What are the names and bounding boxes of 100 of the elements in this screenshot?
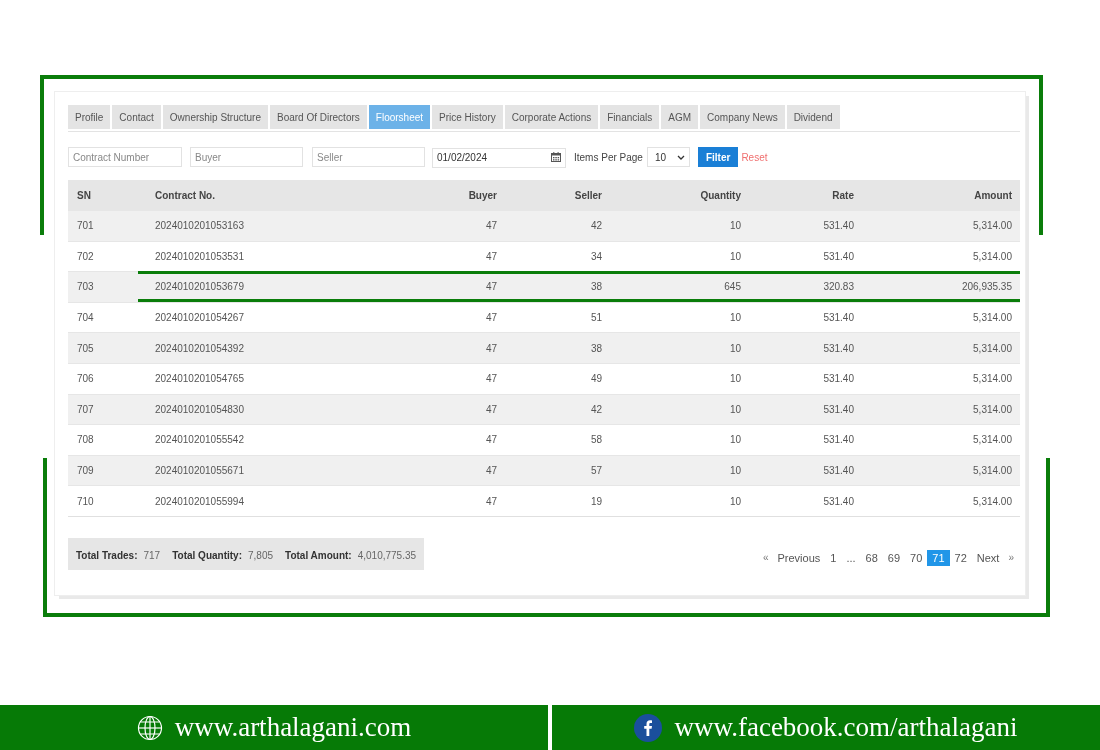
chevron-down-icon [676, 154, 685, 160]
tab[interactable]: AGM [661, 105, 699, 129]
table-cell-text: 703 [76, 281, 95, 293]
previous-arrow[interactable]: « [758, 552, 773, 564]
table-cell-text: 10 [728, 373, 742, 385]
total-value: 717 [143, 549, 161, 561]
table-cell-text: 5,314.00 [972, 495, 1013, 507]
tab[interactable]: Board Of Directors [270, 105, 367, 129]
table-cell-text: 10 [728, 434, 742, 446]
calendar-icon[interactable] [551, 152, 561, 162]
table-cell-text: 206,935.35 [960, 281, 1013, 293]
table-cell-text: 2024010201055671 [154, 465, 245, 477]
column-header: Quantity [699, 189, 742, 201]
table-cell-text: 708 [76, 434, 95, 446]
tab[interactable]: Profile [68, 105, 111, 129]
column-header: Rate [831, 189, 855, 201]
date-field[interactable]: 01/02/2024 [432, 147, 566, 168]
items-per-page-select[interactable]: 10 [646, 147, 690, 167]
tab[interactable]: Price History [432, 105, 503, 129]
tab[interactable]: Financials [600, 105, 660, 129]
table-cell-text: 38 [589, 281, 603, 293]
seller-field[interactable]: Seller [312, 147, 425, 167]
filter-button[interactable]: Filter [697, 147, 739, 167]
column-header: Amount [973, 189, 1013, 201]
table-cell-text: 57 [589, 465, 603, 477]
next-link[interactable]: Next [971, 549, 1005, 566]
table-cell-text: 19 [589, 495, 603, 507]
tab[interactable]: Corporate Actions [504, 105, 599, 129]
table-cell-text: 5,314.00 [972, 250, 1013, 262]
table-cell-text: 2024010201053163 [154, 220, 245, 232]
table-cell-text: 2024010201055542 [154, 434, 245, 446]
table-cell-text: 47 [484, 373, 498, 385]
table-cell-text: 5,314.00 [972, 312, 1013, 324]
total-value: 7,805 [248, 549, 274, 561]
table-cell-text: 34 [589, 250, 603, 262]
table-cell-text: 709 [76, 465, 95, 477]
table-cell-text: 707 [76, 403, 95, 415]
page-link[interactable]: 70 [905, 549, 928, 566]
table-cell-text: 42 [589, 220, 603, 232]
table-cell-text: 531.40 [822, 465, 855, 477]
tab[interactable]: Dividend [786, 105, 840, 129]
total-label: Total Trades: [76, 549, 138, 561]
table-cell-text: 49 [589, 373, 603, 385]
table-cell-text: 5,314.00 [972, 342, 1013, 354]
table-cell-text: 531.40 [822, 373, 855, 385]
table-cell-text: 47 [484, 403, 498, 415]
table-cell-text: 10 [728, 465, 742, 477]
table-cell-text: 47 [484, 434, 498, 446]
table-cell-text: 2024010201054830 [154, 403, 245, 415]
table-cell-text: 2024010201055994 [154, 495, 245, 507]
total-label: Total Amount: [285, 549, 352, 561]
table-cell-text: 531.40 [822, 495, 855, 507]
previous-link[interactable]: Previous [772, 549, 826, 566]
table-cell-text: 5,314.00 [972, 220, 1013, 232]
table-cell-text: 705 [76, 342, 95, 354]
total-label: Total Quantity: [172, 549, 242, 561]
next-arrow[interactable]: » [1004, 552, 1018, 564]
table-cell-text: 5,314.00 [972, 403, 1013, 415]
buyer-field[interactable]: Buyer [190, 147, 303, 167]
table-cell-text: 710 [76, 495, 95, 507]
column-header: SN [76, 189, 92, 201]
table-cell-text: 2024010201053531 [154, 250, 245, 262]
table-cell-text: 320.83 [822, 281, 855, 293]
table-cell-text: 47 [484, 495, 498, 507]
table-cell-text: 704 [76, 312, 95, 324]
table-cell-text: 2024010201054765 [154, 373, 245, 385]
table-cell-text: 10 [728, 250, 742, 262]
table-cell-text: 5,314.00 [972, 434, 1013, 446]
column-header: Contract No. [154, 189, 216, 201]
facebook-url: www.facebook.com/arthalagani [674, 712, 1018, 743]
table-cell-text: 706 [76, 373, 95, 385]
table-cell-text: 645 [723, 281, 742, 293]
table-cell-text: 58 [589, 434, 603, 446]
facebook-icon [634, 713, 663, 742]
table-cell-text: 42 [589, 403, 603, 415]
page-link[interactable]: ... [841, 549, 861, 566]
website-url: www.arthalagani.com [174, 712, 412, 743]
tab[interactable]: Company News [700, 105, 785, 129]
table-cell-text: 531.40 [822, 342, 855, 354]
table-cell-text: 702 [76, 250, 95, 262]
tab[interactable]: Contact [112, 105, 161, 129]
table-cell-text: 531.40 [822, 434, 855, 446]
column-header: Buyer [467, 189, 498, 201]
page-link[interactable]: 68 [860, 549, 883, 566]
table-cell-text: 47 [484, 220, 498, 232]
table-cell-text: 38 [589, 342, 603, 354]
table-cell-text: 531.40 [822, 312, 855, 324]
globe-icon [136, 714, 163, 741]
contract-number-field[interactable]: Contract Number [68, 147, 182, 167]
table-cell-text: 531.40 [822, 220, 855, 232]
tab[interactable]: Ownership Structure [162, 105, 268, 129]
total-value: 4,010,775.35 [357, 549, 417, 561]
table-cell-text: 10 [728, 342, 742, 354]
table-cell-text: 10 [728, 495, 742, 507]
table-cell-text: 47 [484, 342, 498, 354]
page-link[interactable]: 1 [825, 549, 842, 566]
table-cell-text: 47 [484, 312, 498, 324]
table-cell-text: 701 [76, 220, 95, 232]
page-link[interactable]: 72 [949, 549, 972, 566]
page-link[interactable]: 69 [882, 549, 906, 566]
